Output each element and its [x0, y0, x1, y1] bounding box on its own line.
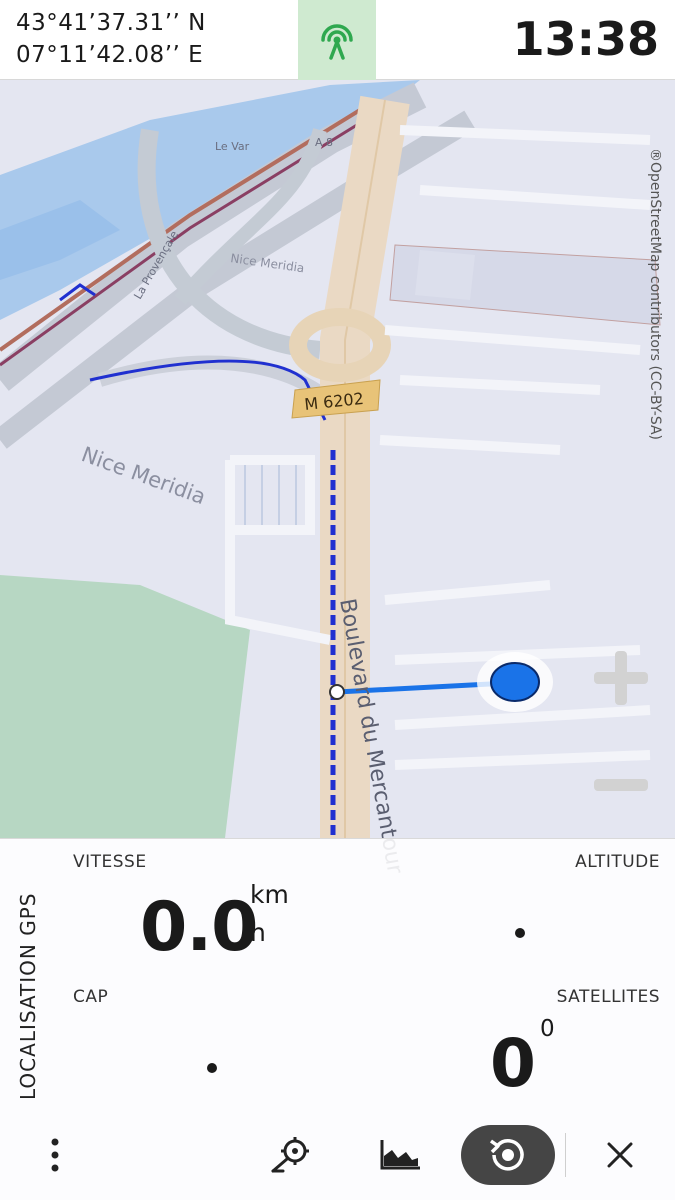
elevation-chart-icon	[380, 1140, 420, 1170]
satellites-in-view: 0	[540, 1016, 555, 1042]
zoom-out-button[interactable]	[588, 752, 654, 818]
gps-info-panel	[0, 838, 675, 1200]
minus-icon	[594, 779, 648, 791]
speed-unit-h: h	[250, 918, 266, 947]
clock: 13:38	[512, 12, 659, 66]
locate-button[interactable]	[265, 1132, 317, 1178]
heading-label: CAP	[73, 987, 109, 1007]
toolbar-divider	[565, 1133, 566, 1177]
latitude-readout: 43°41’37.31’’ N	[16, 10, 206, 36]
gps-status-button[interactable]	[298, 0, 376, 80]
river-label: Le Var	[215, 140, 250, 153]
satellites-label: SATELLITES	[556, 987, 660, 1007]
satellites-value: 0	[490, 1025, 536, 1102]
status-bar: 43°41’37.31’’ N 07°11’42.08’’ E 13:38	[0, 0, 675, 80]
elevation-chart-button[interactable]	[374, 1132, 426, 1178]
plus-icon	[594, 651, 648, 705]
speed-value: 0.0	[140, 888, 258, 967]
more-vertical-icon	[51, 1138, 59, 1172]
zoom-in-button[interactable]	[588, 645, 654, 711]
altitude-label: ALTITUDE	[575, 852, 660, 872]
gps-signal-icon	[321, 24, 353, 60]
close-button[interactable]	[598, 1133, 642, 1177]
history-replay-button[interactable]	[461, 1125, 555, 1185]
speed-label: VITESSE	[73, 852, 147, 872]
altitude-empty-value	[515, 928, 525, 938]
history-replay-icon	[489, 1139, 524, 1171]
speed-unit-km: km	[250, 880, 289, 909]
heading-empty-value	[207, 1063, 217, 1073]
close-icon	[607, 1142, 633, 1168]
panel-title: LOCALISATION GPS	[16, 892, 40, 1100]
longitude-readout: 07°11’42.08’’ E	[16, 42, 204, 68]
map-attribution: ®OpenStreetMap contributors (CC-BY-SA)	[647, 147, 663, 440]
locate-target-icon	[271, 1137, 309, 1173]
more-menu-button[interactable]	[35, 1133, 75, 1177]
motorway-label: A 8	[315, 136, 333, 149]
